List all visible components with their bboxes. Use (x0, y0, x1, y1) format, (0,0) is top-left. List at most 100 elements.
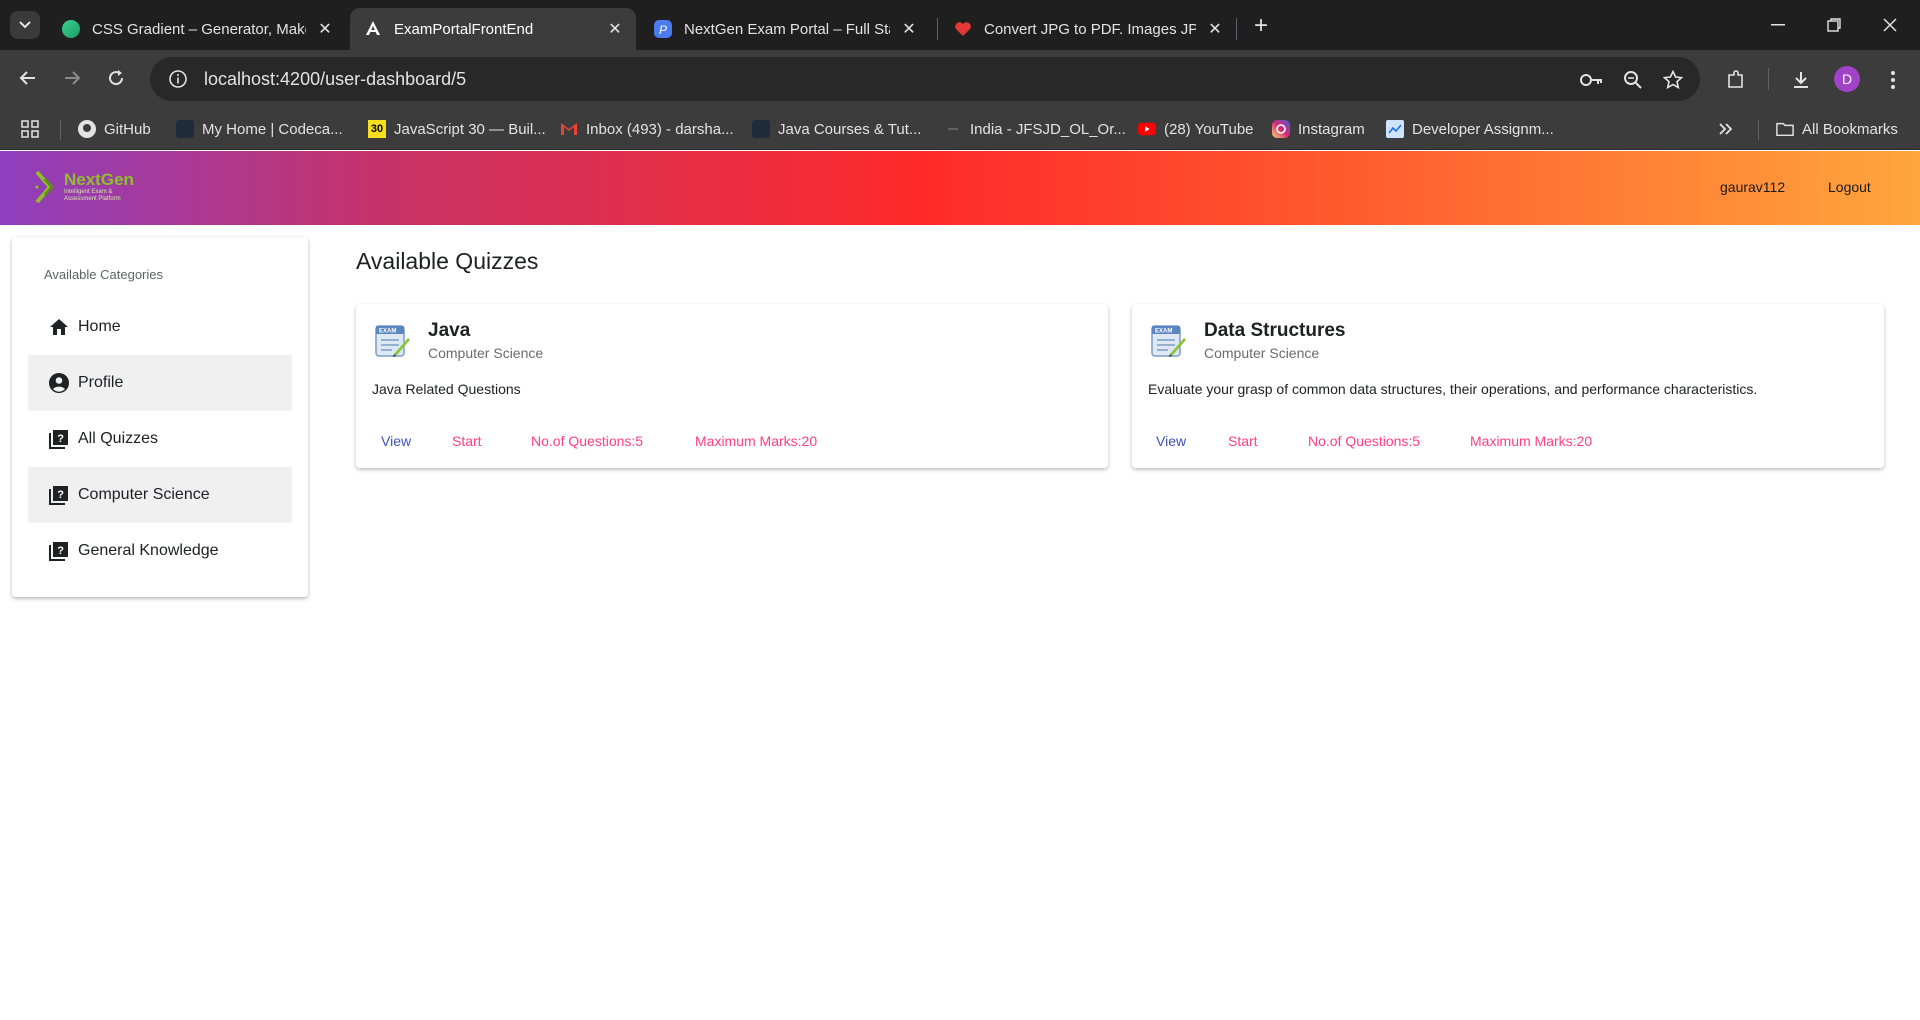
zoom-icon[interactable] (1620, 67, 1646, 93)
bookmark-india-jfsjd[interactable]: India - JFSJD_OL_Or... (944, 116, 1126, 142)
quiz-title: Data Structures (1204, 320, 1346, 341)
tab-title: Convert JPG to PDF. Images JPG (984, 20, 1196, 38)
sidebar-item-label: All Quizzes (78, 430, 159, 447)
download-icon[interactable] (1788, 67, 1814, 93)
bookmark-label: (28) YouTube (1164, 120, 1254, 138)
developer-assignment-icon (1386, 120, 1404, 138)
youtube-icon (1138, 120, 1156, 138)
bookmark-github[interactable]: GitHub (78, 116, 151, 142)
sidebar-item-label: Computer Science (78, 486, 210, 503)
bookmark-label: Inbox (493) - darsha... (586, 120, 734, 138)
window-close-icon[interactable] (1870, 10, 1910, 40)
quiz-card-data-structures: EXAM Data Structures Computer Science Ev… (1132, 304, 1884, 468)
apps-grid-icon[interactable] (20, 116, 40, 142)
minimize-icon[interactable] (1758, 10, 1798, 40)
bookmark-javascript30[interactable]: 30 JavaScript 30 — Buil... (368, 116, 546, 142)
bookmarks-separator (1758, 120, 1759, 140)
bookmark-label: India - JFSJD_OL_Or... (970, 120, 1126, 138)
reload-icon[interactable] (100, 62, 132, 94)
svg-text:?: ? (57, 433, 64, 445)
close-icon[interactable]: ✕ (314, 18, 336, 40)
start-button[interactable]: Start (1228, 433, 1258, 449)
restore-icon[interactable] (1814, 10, 1854, 40)
username-link[interactable]: gaurav112 (1720, 179, 1785, 195)
tab-search-button[interactable] (10, 11, 40, 39)
logout-button[interactable]: Logout (1828, 179, 1871, 195)
tab-exam-portal-frontend[interactable]: ExamPortalFrontEnd ✕ (350, 8, 636, 50)
address-bar[interactable]: localhost:4200/user-dashboard/5 (150, 57, 1700, 101)
bookmark-codecademy[interactable]: My Home | Codeca... (176, 116, 343, 142)
logo-title: NextGen (64, 170, 134, 189)
bookmark-instagram[interactable]: Instagram (1272, 116, 1365, 142)
bookmark-star-icon[interactable] (1660, 67, 1686, 93)
view-button[interactable]: View (381, 433, 411, 449)
bookmark-label: Developer Assignm... (1412, 120, 1554, 138)
sidebar-item-label: General Knowledge (78, 542, 219, 559)
sidebar-item-profile[interactable]: Profile (28, 355, 292, 411)
new-tab-plus-icon[interactable]: + (1247, 12, 1275, 40)
bookmark-java-courses[interactable]: Java Courses & Tut... (752, 116, 921, 142)
sidebar-item-home[interactable]: Home (28, 299, 292, 355)
codecademy-icon (176, 120, 194, 138)
questions-count[interactable]: No.of Questions:5 (1308, 433, 1420, 449)
extensions-icon[interactable] (1723, 67, 1749, 93)
logo-subtitle: Intelligent Exam & Assessment Platform (64, 189, 121, 202)
profile-avatar[interactable]: D (1834, 66, 1860, 92)
view-button[interactable]: View (1156, 433, 1186, 449)
tab-css-gradient[interactable]: CSS Gradient – Generator, Make ✕ (48, 8, 346, 50)
tab-convert-jpg-pdf[interactable]: Convert JPG to PDF. Images JPG ✕ (940, 8, 1236, 50)
close-icon[interactable]: ✕ (604, 18, 626, 40)
close-icon[interactable]: ✕ (898, 18, 920, 40)
exam-icon: EXAM (1151, 325, 1186, 357)
close-icon[interactable]: ✕ (1204, 18, 1226, 40)
home-icon (48, 316, 70, 338)
sidebar-item-all-quizzes[interactable]: ? All Quizzes (28, 411, 292, 467)
svg-text:?: ? (57, 545, 64, 557)
nextgen-logo[interactable]: NextGen Intelligent Exam & Assessment Pl… (34, 169, 144, 205)
forward-arrow-icon[interactable] (56, 62, 88, 94)
more-bookmarks-chevron-icon[interactable] (1718, 116, 1734, 142)
tab-nextgen-exam-portal[interactable]: P NextGen Exam Portal – Full Stac ✕ (640, 8, 930, 50)
maximum-marks[interactable]: Maximum Marks:20 (695, 433, 817, 449)
bookmark-label: Instagram (1298, 120, 1365, 138)
password-key-icon[interactable] (1579, 67, 1605, 93)
javascript30-icon: 30 (368, 120, 386, 138)
tab-title: ExamPortalFrontEnd (394, 20, 534, 38)
all-bookmarks-label: All Bookmarks (1802, 120, 1898, 138)
sidebar-item-computer-science[interactable]: ? Computer Science (28, 467, 292, 523)
instagram-icon (1272, 120, 1290, 138)
quiz-category: Computer Science (428, 345, 544, 361)
app-navbar: NextGen Intelligent Exam & Assessment Pl… (0, 151, 1920, 225)
questions-count[interactable]: No.of Questions:5 (531, 433, 643, 449)
bookmarks-separator (60, 120, 61, 140)
java-courses-icon (752, 120, 770, 138)
categories-sidebar: Available Categories Home Profile ? All … (12, 237, 308, 597)
angular-favicon-icon (364, 20, 382, 38)
more-menu-icon[interactable] (1880, 67, 1906, 93)
page-title: Available Quizzes (356, 248, 539, 274)
bookmark-developer-assignment[interactable]: Developer Assignm... (1386, 116, 1554, 142)
browser-tab-strip: CSS Gradient – Generator, Make ✕ ExamPor… (0, 0, 1920, 50)
svg-text:P: P (659, 23, 667, 37)
start-button[interactable]: Start (452, 433, 482, 449)
back-arrow-icon[interactable] (12, 62, 44, 94)
folder-icon (1776, 120, 1794, 138)
svg-text:EXAM: EXAM (379, 329, 396, 335)
exam-icon: EXAM (375, 325, 410, 357)
site-info-icon[interactable] (158, 59, 198, 99)
bookmark-label: My Home | Codeca... (202, 120, 343, 138)
css-gradient-favicon-icon (62, 20, 80, 38)
svg-text:EXAM: EXAM (1155, 329, 1172, 335)
sidebar-header: Available Categories (44, 267, 163, 282)
sidebar-item-general-knowledge[interactable]: ? General Knowledge (28, 523, 292, 579)
all-bookmarks[interactable]: All Bookmarks (1776, 116, 1898, 142)
bookmark-youtube[interactable]: (28) YouTube (1138, 116, 1254, 142)
maximum-marks[interactable]: Maximum Marks:20 (1470, 433, 1592, 449)
sidebar-item-label: Profile (78, 374, 124, 391)
tab-separator (937, 18, 938, 40)
bookmark-gmail[interactable]: Inbox (493) - darsha... (560, 116, 734, 142)
quiz-icon: ? (48, 540, 70, 562)
toolbar-separator (1768, 68, 1769, 90)
url-text[interactable]: localhost:4200/user-dashboard/5 (204, 69, 466, 90)
quiz-card-java: EXAM Java Computer Science Java Related … (356, 304, 1108, 468)
